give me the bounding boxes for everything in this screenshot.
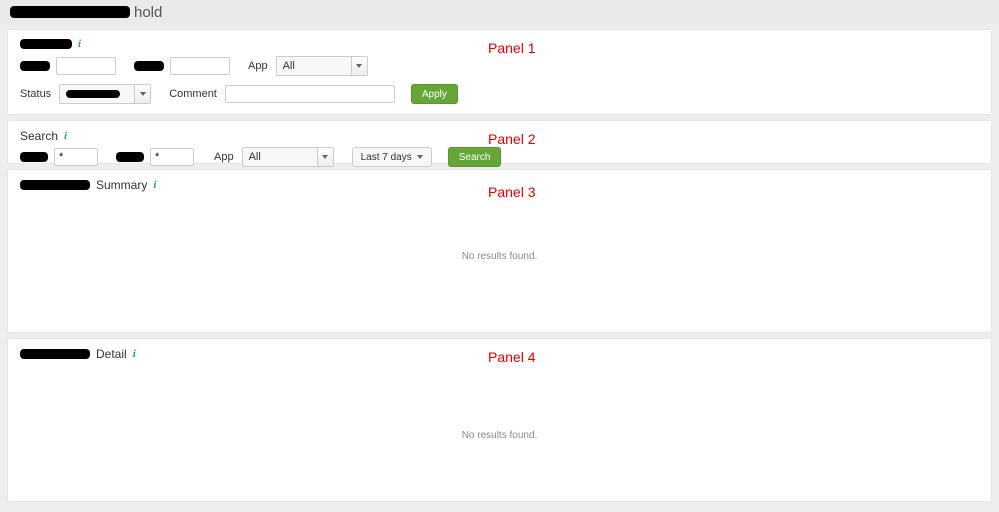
search-input-2[interactable] bbox=[150, 148, 194, 166]
filter-input-1[interactable] bbox=[56, 57, 116, 75]
time-range-label: Last 7 days bbox=[361, 152, 412, 163]
info-icon[interactable]: i bbox=[153, 179, 156, 191]
redacted-label bbox=[116, 152, 144, 162]
redacted-text bbox=[10, 6, 130, 18]
app-select[interactable]: All bbox=[276, 56, 368, 76]
app-select[interactable]: All bbox=[242, 147, 334, 167]
panel-detail: Detail i No results found. Panel 4 bbox=[7, 338, 992, 502]
apply-button[interactable]: Apply bbox=[411, 84, 458, 104]
app-label: App bbox=[248, 60, 268, 72]
app-select-value: All bbox=[249, 151, 261, 163]
search-input-1[interactable] bbox=[54, 148, 98, 166]
redacted-prefix bbox=[20, 180, 90, 190]
panel-summary: Summary i No results found. Panel 3 bbox=[7, 169, 992, 333]
panel-search-title: Search bbox=[20, 129, 58, 143]
panel-filter: i App All Status Comment Apply Panel 1 bbox=[7, 29, 992, 115]
redacted-label bbox=[20, 61, 50, 71]
redacted-status-value bbox=[66, 90, 120, 98]
info-icon[interactable]: i bbox=[78, 38, 81, 50]
page-title-suffix: hold bbox=[134, 4, 162, 21]
redacted-label bbox=[134, 61, 164, 71]
redacted-prefix bbox=[20, 349, 90, 359]
redacted-label bbox=[20, 152, 48, 162]
chevron-down-icon bbox=[356, 64, 362, 68]
time-range-picker[interactable]: Last 7 days bbox=[352, 147, 432, 167]
no-results-text: No results found. bbox=[8, 251, 991, 262]
chevron-down-icon bbox=[417, 155, 423, 159]
info-icon[interactable]: i bbox=[133, 348, 136, 360]
redacted-title bbox=[20, 39, 72, 49]
panel-summary-title: Summary bbox=[96, 178, 147, 192]
page-header: hold bbox=[0, 0, 999, 24]
panel-detail-title: Detail bbox=[96, 347, 127, 361]
chevron-down-icon bbox=[140, 92, 146, 96]
panel-search: Search i App All Last 7 days Search Pane… bbox=[7, 120, 992, 164]
chevron-down-icon bbox=[322, 155, 328, 159]
filter-input-2[interactable] bbox=[170, 57, 230, 75]
status-select[interactable] bbox=[59, 84, 151, 104]
app-label: App bbox=[214, 151, 234, 163]
no-results-text: No results found. bbox=[8, 430, 991, 441]
search-button[interactable]: Search bbox=[448, 147, 502, 167]
comment-input[interactable] bbox=[225, 85, 395, 103]
comment-label: Comment bbox=[169, 88, 217, 100]
info-icon[interactable]: i bbox=[64, 130, 67, 142]
status-label: Status bbox=[20, 88, 51, 100]
app-select-value: All bbox=[283, 60, 295, 72]
